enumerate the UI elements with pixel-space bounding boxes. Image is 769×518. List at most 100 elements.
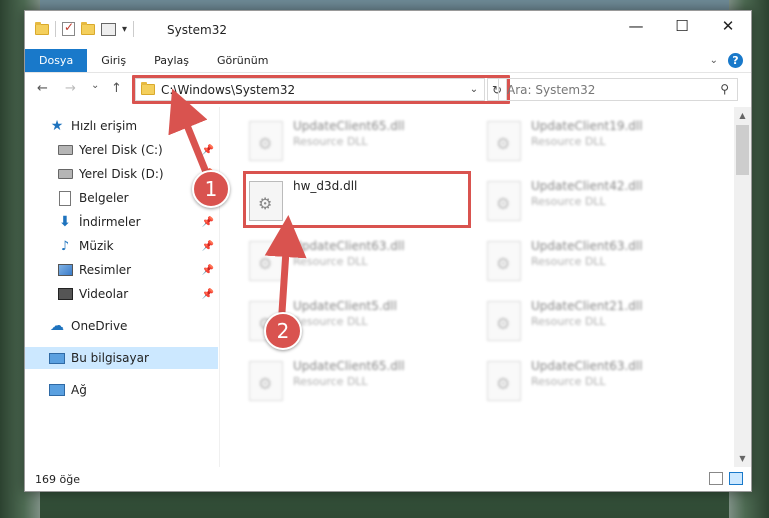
network-icon [49,384,65,396]
tab-view[interactable]: Görünüm [203,49,282,72]
list-item[interactable]: UpdateClient63.dll Resource DLL [481,351,706,407]
tiles-view-icon[interactable] [729,472,743,485]
view-toggle [709,472,743,485]
sidebar-item-local-disk-c[interactable]: Yerel Disk (C:) 📌 [25,139,218,161]
drive-icon [57,145,73,155]
file-name: UpdateClient19.dll [531,119,643,133]
step-badge-2: 2 [264,312,302,350]
forward-button[interactable]: → [65,81,76,96]
body-area: ★ Hızlı erişim Yerel Disk (C:) 📌 Yerel D… [25,107,751,467]
dll-file-icon [487,241,521,281]
scroll-down-arrow-icon[interactable]: ▼ [734,450,751,467]
recent-locations-button[interactable]: ⌄ [91,80,99,91]
search-icon[interactable]: ⚲ [720,82,729,96]
cloud-icon: ☁ [50,318,64,334]
title-bar: ▾ System32 — ☐ ✕ [25,11,751,49]
toolbar-separator [55,21,56,37]
star-icon: ★ [50,118,64,134]
minimize-button[interactable]: — [613,11,659,41]
sidebar-item-label: Videolar [79,287,129,301]
sidebar-item-label: Resimler [79,263,132,277]
file-type: Resource DLL [531,315,606,328]
dll-file-icon [249,241,283,281]
list-item[interactable]: UpdateClient65.dll Resource DLL [243,351,468,407]
download-icon: ⬇ [59,214,71,230]
pin-icon[interactable]: 📌 [202,145,214,156]
vertical-scrollbar[interactable]: ▲ ▼ [734,107,751,467]
item-count: 169 öğe [35,472,80,486]
ribbon-right: ⌄ ? [710,53,743,68]
music-icon: ♪ [60,238,70,254]
list-item[interactable]: UpdateClient21.dll Resource DLL [481,291,706,347]
pin-icon[interactable]: 📌 [202,265,214,276]
sidebar-item-pictures[interactable]: Resimler 📌 [25,259,218,281]
videos-icon [57,288,73,300]
sidebar-item-label: Müzik [79,239,114,253]
sidebar-item-label: Ağ [71,383,87,397]
sidebar-item-videos[interactable]: Videolar 📌 [25,283,218,305]
sidebar-item-this-pc[interactable]: Bu bilgisayar [25,347,218,369]
qat-dropdown-icon[interactable]: ▾ [122,24,127,35]
list-item[interactable]: UpdateClient63.dll Resource DLL [243,231,468,287]
dll-file-icon [487,181,521,221]
list-item[interactable]: UpdateClient63.dll Resource DLL [481,231,706,287]
sidebar-item-label: Belgeler [79,191,129,205]
file-type: Resource DLL [293,255,368,268]
tab-home[interactable]: Giriş [87,49,140,72]
pin-icon[interactable]: 📌 [202,241,214,252]
file-list: UpdateClient65.dll Resource DLL hw_d3d.d… [221,107,734,467]
dll-file-icon [249,361,283,401]
search-input[interactable]: Ara: System32 ⚲ [498,78,738,101]
file-name: UpdateClient65.dll [293,359,405,373]
file-name: UpdateClient63.dll [293,239,405,253]
sidebar-item-network[interactable]: Ağ [25,379,218,401]
scrollbar-thumb[interactable] [736,125,749,175]
dll-file-icon [487,121,521,161]
sidebar-item-onedrive[interactable]: ☁ OneDrive [25,315,218,337]
dll-file-icon [249,121,283,161]
window-controls: — ☐ ✕ [613,11,751,41]
step-badge-1: 1 [192,170,230,208]
sidebar-item-label: Yerel Disk (D:) [79,167,164,181]
ribbon-expand-chevron-icon[interactable]: ⌄ [710,55,718,66]
document-icon [59,190,71,206]
file-name: UpdateClient63.dll [531,359,643,373]
sidebar-item-documents[interactable]: Belgeler 📌 [25,187,218,209]
quick-access-toolbar: ▾ [35,20,135,37]
sidebar-item-quick-access[interactable]: ★ Hızlı erişim [25,115,218,137]
pin-icon[interactable]: 📌 [202,289,214,300]
file-type: Resource DLL [531,195,606,208]
status-bar: 169 öğe [25,467,751,491]
toolbar-separator [133,21,135,37]
tab-share[interactable]: Paylaş [140,49,203,72]
list-item[interactable]: UpdateClient65.dll Resource DLL [243,111,468,167]
new-folder-icon[interactable] [81,21,95,35]
sidebar-item-label: Hızlı erişim [71,119,138,133]
navigation-pane: ★ Hızlı erişim Yerel Disk (C:) 📌 Yerel D… [25,107,220,467]
help-icon[interactable]: ? [728,53,743,68]
sidebar-item-label: Yerel Disk (C:) [79,143,163,157]
pin-icon[interactable]: 📌 [202,217,214,228]
close-button[interactable]: ✕ [705,11,751,41]
file-name: UpdateClient42.dll [531,179,643,193]
list-item[interactable]: UpdateClient19.dll Resource DLL [481,111,706,167]
sidebar-item-local-disk-d[interactable]: Yerel Disk (D:) 📌 [25,163,218,185]
maximize-button[interactable]: ☐ [659,11,705,41]
tab-file[interactable]: Dosya [25,49,88,72]
up-button[interactable]: ↑ [111,81,122,96]
sidebar-item-label: İndirmeler [79,215,141,229]
navigation-bar: ← → ⌄ ↑ C:\Windows\System32 ⌄ ↻ Ara: Sys… [25,73,751,107]
file-name: UpdateClient65.dll [293,119,405,133]
properties-check-icon[interactable] [62,20,75,36]
properties-icon[interactable] [101,22,116,36]
back-button[interactable]: ← [37,81,48,96]
file-type: Resource DLL [293,375,368,388]
details-view-icon[interactable] [709,472,723,485]
sidebar-item-downloads[interactable]: ⬇ İndirmeler 📌 [25,211,218,233]
sidebar-item-music[interactable]: ♪ Müzik 📌 [25,235,218,257]
drive-icon [57,169,73,179]
dll-file-icon [487,301,521,341]
list-item[interactable]: UpdateClient42.dll Resource DLL [481,171,706,227]
file-highlight-box [243,171,471,228]
scroll-up-arrow-icon[interactable]: ▲ [734,107,751,124]
